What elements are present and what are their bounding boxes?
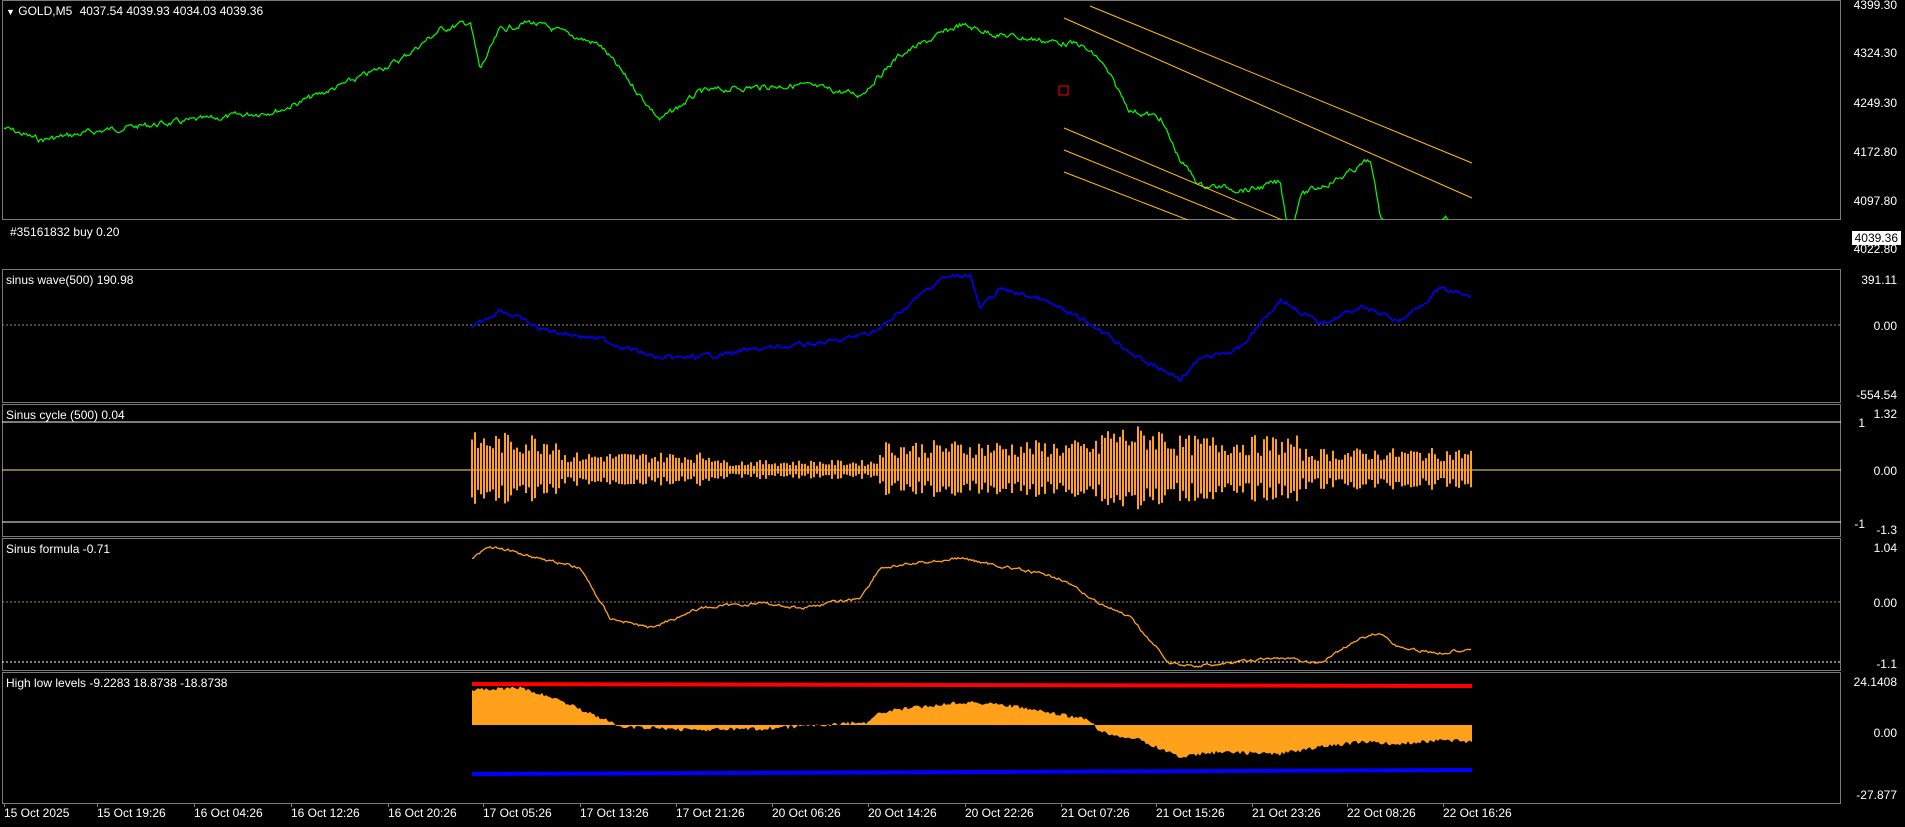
y-label: 4097.80 xyxy=(1853,194,1897,208)
time-label: 22 Oct 08:26 xyxy=(1347,806,1416,820)
time-label: 16 Oct 20:26 xyxy=(388,806,457,820)
indicator-label: Sinus formula -0.71 xyxy=(6,542,111,556)
time-tick xyxy=(1252,803,1253,807)
sinus-formula-pane[interactable]: Sinus formula -0.71 1.04 0.00 -1.1 xyxy=(0,538,1905,671)
current-price-tag: 4039.36 xyxy=(1851,231,1901,245)
y-label: 4249.30 xyxy=(1853,96,1897,110)
chart-menu-arrow-icon[interactable]: ▼ xyxy=(6,7,15,17)
sinus-wave-chart[interactable] xyxy=(0,269,1905,403)
time-label: 21 Oct 07:26 xyxy=(1061,806,1130,820)
time-label: 22 Oct 16:26 xyxy=(1443,806,1512,820)
y-label: -1.1 xyxy=(1876,657,1897,671)
time-tick xyxy=(676,803,677,807)
price-chart[interactable] xyxy=(0,0,1905,220)
time-tick xyxy=(1061,803,1062,807)
time-label: 16 Oct 12:26 xyxy=(291,806,360,820)
price-line xyxy=(3,19,1449,220)
time-label: 20 Oct 22:26 xyxy=(965,806,1034,820)
wave-line xyxy=(471,272,1472,383)
time-label: 20 Oct 14:26 xyxy=(868,806,937,820)
time-label: 15 Oct 2025 xyxy=(4,806,70,820)
chart-header: ▼ GOLD,M5 4037.54 4039.93 4034.03 4039.3… xyxy=(6,4,263,18)
time-label: 17 Oct 05:26 xyxy=(483,806,552,820)
time-tick xyxy=(580,803,581,807)
low-level-line xyxy=(471,768,1473,776)
y-label: -1 xyxy=(1854,517,1865,531)
time-tick xyxy=(388,803,389,807)
time-tick xyxy=(1443,803,1444,807)
cycle-bars xyxy=(471,426,1472,510)
indicator-label: sinus wave(500) 190.98 xyxy=(6,273,134,287)
time-label: 16 Oct 04:26 xyxy=(194,806,263,820)
time-label: 20 Oct 06:26 xyxy=(772,806,841,820)
channel-line xyxy=(1063,127,1284,220)
time-label: 17 Oct 13:26 xyxy=(580,806,649,820)
sinus-formula-chart[interactable] xyxy=(0,538,1905,671)
formula-line xyxy=(471,545,1472,668)
y-label: 4172.80 xyxy=(1853,145,1897,159)
y-label: 1.32 xyxy=(1873,407,1897,421)
sinus-cycle-chart[interactable] xyxy=(0,404,1905,537)
time-label: 21 Oct 15:26 xyxy=(1156,806,1225,820)
indicator-label: Sinus cycle (500) 0.04 xyxy=(6,408,125,422)
y-label: 0.00 xyxy=(1873,319,1897,333)
order-label: #35161832 buy 0.20 xyxy=(10,225,120,239)
y-label: 0.00 xyxy=(1873,726,1897,740)
y-label: 1 xyxy=(1858,416,1865,430)
trade-marker-icon xyxy=(1058,85,1069,96)
sinus-cycle-pane[interactable]: Sinus cycle (500) 0.04 1.32 1 0.00 -1 -1… xyxy=(0,404,1905,537)
histogram-area xyxy=(472,686,1472,758)
y-label: 0.00 xyxy=(1873,596,1897,610)
time-tick xyxy=(97,803,98,807)
ohlc-values: 4037.54 4039.93 4034.03 4039.36 xyxy=(79,4,264,18)
symbol-title: GOLD,M5 xyxy=(18,4,73,18)
time-tick xyxy=(1156,803,1157,807)
time-tick xyxy=(291,803,292,807)
y-label: -27.877 xyxy=(1856,788,1897,802)
indicator-label: High low levels -9.2283 18.8738 -18.8738 xyxy=(6,676,228,690)
time-tick xyxy=(868,803,869,807)
time-label: 17 Oct 21:26 xyxy=(676,806,745,820)
time-tick xyxy=(1347,803,1348,807)
sinus-wave-pane[interactable]: sinus wave(500) 190.98 391.11 0.00 -554.… xyxy=(0,269,1905,403)
channel-line xyxy=(1063,17,1473,199)
y-label: 24.1408 xyxy=(1853,675,1897,689)
y-label: 391.11 xyxy=(1861,273,1897,287)
time-tick xyxy=(772,803,773,807)
time-tick xyxy=(4,803,5,807)
time-tick xyxy=(483,803,484,807)
time-tick xyxy=(194,803,195,807)
time-label: 15 Oct 19:26 xyxy=(97,806,166,820)
y-label: -554.54 xyxy=(1856,388,1897,402)
high-level-line xyxy=(471,682,1473,688)
y-label: 4399.30 xyxy=(1853,0,1897,12)
high-low-pane[interactable]: High low levels -9.2283 18.8738 -18.8738… xyxy=(0,672,1905,804)
y-label: -1.3 xyxy=(1876,523,1897,537)
channel-line xyxy=(1063,149,1239,220)
high-low-chart[interactable] xyxy=(0,672,1905,804)
y-label: 0.00 xyxy=(1873,464,1897,478)
y-label: 1.04 xyxy=(1873,541,1897,555)
channel-line xyxy=(1089,5,1473,164)
y-label: 4324.30 xyxy=(1853,46,1897,60)
time-tick xyxy=(965,803,966,807)
channel-line xyxy=(1063,171,1190,220)
main-chart-pane[interactable]: ▼ GOLD,M5 4037.54 4039.93 4034.03 4039.3… xyxy=(0,0,1905,220)
time-label: 21 Oct 23:26 xyxy=(1252,806,1321,820)
